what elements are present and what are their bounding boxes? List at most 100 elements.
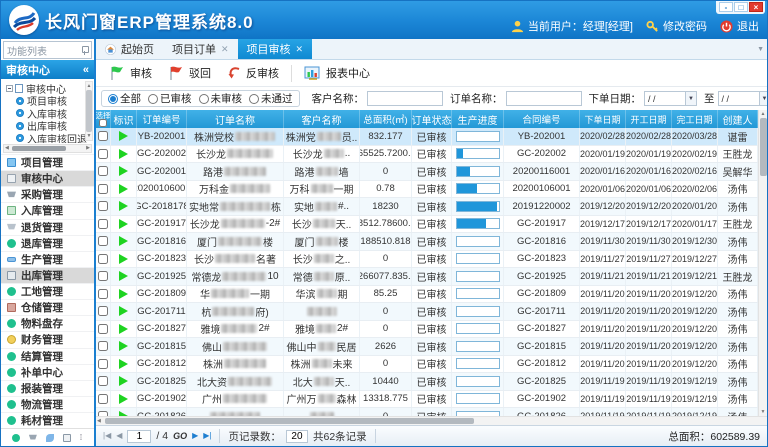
sidebar-module-10[interactable]: 仓储管理: [1, 299, 94, 315]
cart-icon[interactable]: [29, 434, 37, 442]
table-row[interactable]: GC-202001路港路港墙0已审核202001160012020/01/162…: [96, 163, 758, 181]
go-button[interactable]: GO: [173, 431, 187, 441]
scroll-thumb[interactable]: [86, 90, 92, 132]
person-icon[interactable]: [63, 434, 71, 442]
customer-name-input[interactable]: [367, 91, 443, 106]
table-row[interactable]: GC-201812株洲株洲未来0已审核GC-2018122019/11/2020…: [96, 356, 758, 374]
row-checkbox[interactable]: [98, 184, 108, 194]
filter-radio-4[interactable]: 未通过: [249, 91, 293, 106]
table-row[interactable]: GC-201816厦门楼厦门楼188510.818已审核GC-201816201…: [96, 233, 758, 251]
page-number-input[interactable]: [127, 430, 151, 443]
table-row[interactable]: GC-201825北大资北大天..10440已审核GC-2018252019/1…: [96, 373, 758, 391]
table-row[interactable]: GC-2018260已审核GC-2018262019/11/192019/11/…: [96, 408, 758, 416]
filter-radio-1[interactable]: 全部: [108, 91, 141, 106]
sidebar-module-12[interactable]: 财务管理: [1, 331, 94, 347]
scroll-down-icon[interactable]: ▼: [87, 133, 92, 139]
sidebar-module-7[interactable]: 生产管理: [1, 251, 94, 267]
table-row[interactable]: GC-201917长沙龙-2#长沙天..8512.78600..已审核GC-20…: [96, 216, 758, 234]
sidebar-module-3[interactable]: 采购管理: [1, 186, 94, 202]
sidebar-module-1[interactable]: 项目管理: [1, 154, 94, 170]
filter-radio-2[interactable]: 已审核: [148, 91, 192, 106]
chevron-down-icon[interactable]: ▼: [759, 92, 768, 105]
next-page-button[interactable]: ▶: [192, 431, 198, 441]
chevron-down-icon[interactable]: ▼: [685, 92, 696, 105]
scroll-left-icon[interactable]: ◀: [97, 417, 101, 425]
row-checkbox[interactable]: [98, 376, 108, 386]
tree-item-入库审核回退[interactable]: 入库审核回退: [6, 132, 84, 143]
order-name-input[interactable]: [506, 91, 582, 106]
sidebar-module-15[interactable]: 报装管理: [1, 380, 94, 396]
tab-project-orders[interactable]: 项目订单 ✕: [163, 39, 238, 59]
table-row[interactable]: GC-2018178实地常栋实地#..18230已审核2019122000220…: [96, 198, 758, 216]
row-checkbox[interactable]: [98, 219, 108, 229]
table-row[interactable]: GC-201815佛山佛山中民居2626已审核GC-2018152019/11/…: [96, 338, 758, 356]
row-checkbox[interactable]: [98, 131, 108, 141]
scroll-up-icon[interactable]: ▲: [761, 111, 766, 117]
radio-input[interactable]: [108, 94, 118, 104]
radio-input[interactable]: [148, 94, 158, 104]
maximize-button[interactable]: □: [734, 2, 748, 12]
table-row[interactable]: GC-201809华一期华滨期85.25已审核GC-2018092019/11/…: [96, 286, 758, 304]
row-checkbox[interactable]: [98, 359, 108, 369]
sidebar-module-2[interactable]: 审核中心: [1, 170, 94, 186]
table-row[interactable]: GC-201902广州广州万森林13318.775已审核GC-201902201…: [96, 391, 758, 409]
filter-radio-3[interactable]: 未审核: [199, 91, 243, 106]
table-row[interactable]: GC-201925常德龙10常德原..266077.835..已审核GC-201…: [96, 268, 758, 286]
scroll-thumb[interactable]: [12, 146, 66, 151]
scroll-down-icon[interactable]: ▼: [761, 409, 766, 415]
row-checkbox[interactable]: [98, 166, 108, 176]
row-checkbox[interactable]: [98, 201, 108, 211]
table-row[interactable]: GC-201827雅境2#雅境2#0已审核GC-2018272019/11/20…: [96, 321, 758, 339]
scroll-thumb[interactable]: [105, 418, 474, 424]
row-checkbox[interactable]: [98, 271, 108, 281]
table-row[interactable]: GC-202002长沙龙长沙龙..65525.7200..已审核GC-20200…: [96, 146, 758, 164]
sidebar-module-11[interactable]: 物料盘存: [1, 315, 94, 331]
logout-button[interactable]: 退出: [720, 18, 759, 34]
sidebar-module-9[interactable]: 工地管理: [1, 283, 94, 299]
tree-collapse-icon[interactable]: [6, 85, 13, 92]
close-button[interactable]: ×: [749, 2, 763, 12]
row-checkbox[interactable]: [98, 394, 108, 404]
collapse-panel-icon[interactable]: «: [83, 64, 89, 76]
table-vertical-scrollbar[interactable]: ▲ ▼: [758, 110, 767, 416]
tab-project-audit[interactable]: 项目审核 ✕: [238, 39, 313, 59]
scroll-right-icon[interactable]: ▶: [86, 145, 90, 152]
radio-input[interactable]: [249, 94, 259, 104]
scroll-thumb[interactable]: [760, 118, 767, 176]
row-checkbox[interactable]: [98, 306, 108, 316]
order-date-from-picker[interactable]: / /▼: [644, 91, 697, 106]
row-checkbox[interactable]: [98, 149, 108, 159]
sidebar-module-4[interactable]: 入库管理: [1, 202, 94, 218]
page-size-input[interactable]: [286, 430, 308, 443]
tab-overflow-icon[interactable]: ▼: [757, 46, 764, 53]
tab-home[interactable]: 起始页: [96, 39, 163, 59]
dot-icon[interactable]: [12, 434, 20, 442]
sidebar-module-16[interactable]: 物流管理: [1, 396, 94, 412]
prev-page-button[interactable]: ◀: [116, 431, 122, 441]
sidebar-module-8[interactable]: 出库管理: [1, 267, 94, 283]
radio-input[interactable]: [199, 94, 209, 104]
sidebar-module-6[interactable]: 退库管理: [1, 235, 94, 251]
table-row[interactable]: YB-202001株洲党校株洲党员..832.177已审核YB-20200120…: [96, 128, 758, 146]
tree-horizontal-scrollbar[interactable]: ◀ ▶: [3, 144, 92, 153]
minimize-button[interactable]: -: [719, 2, 733, 12]
order-date-to-picker[interactable]: / /▼: [718, 91, 768, 106]
audit-button[interactable]: 审核: [102, 63, 159, 83]
first-page-button[interactable]: |◀: [103, 431, 111, 441]
sidebar-module-13[interactable]: 结算管理: [1, 348, 94, 364]
unaudit-button[interactable]: 反审核: [220, 63, 286, 83]
table-row[interactable]: GC-201823长沙名著长沙之..0已审核GC-2018232019/11/2…: [96, 251, 758, 269]
overflow-icon[interactable]: ⁞: [80, 433, 83, 442]
table-row[interactable]: GC-201711杭府)0已审核GC-2017112019/11/202019/…: [96, 303, 758, 321]
sidebar-module-5[interactable]: 退货管理: [1, 219, 94, 235]
close-tab-icon[interactable]: ✕: [296, 45, 304, 54]
pin-icon[interactable]: [81, 46, 88, 55]
scroll-left-icon[interactable]: ◀: [5, 145, 9, 152]
last-page-button[interactable]: ▶|: [203, 431, 211, 441]
change-password-button[interactable]: 修改密码: [646, 18, 707, 34]
sidebar-module-14[interactable]: 补单中心: [1, 364, 94, 380]
row-checkbox[interactable]: [98, 289, 108, 299]
tree-vertical-scrollbar[interactable]: ▲ ▼: [85, 81, 93, 141]
row-checkbox[interactable]: [98, 324, 108, 334]
scroll-up-icon[interactable]: ▲: [87, 83, 92, 89]
